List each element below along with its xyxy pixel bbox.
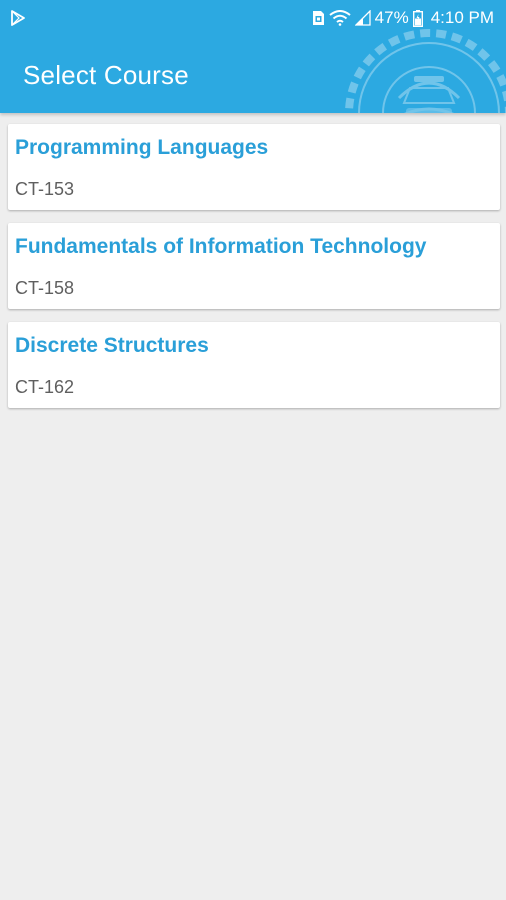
status-icons: 47% 4:10 PM bbox=[312, 8, 494, 28]
course-name: Programming Languages bbox=[15, 136, 269, 159]
course-name: Discrete Structures bbox=[15, 334, 209, 357]
course-name: Fundamentals of Information Technology bbox=[15, 235, 427, 258]
course-card-programming-languages[interactable]: Programming Languages CT-153 bbox=[8, 124, 500, 210]
app-bar: 47% 4:10 PM Select Course bbox=[0, 0, 506, 113]
wifi-icon bbox=[329, 10, 351, 26]
signal-icon bbox=[354, 10, 371, 26]
course-code: CT-162 bbox=[15, 377, 75, 397]
battery-icon bbox=[412, 9, 423, 27]
course-code: CT-153 bbox=[15, 179, 75, 199]
university-seal-logo bbox=[344, 28, 506, 113]
course-code: CT-158 bbox=[15, 278, 75, 298]
course-list: Programming Languages CT-153 Fundamental… bbox=[8, 124, 500, 421]
status-time: 4:10 PM bbox=[430, 8, 494, 27]
page-title: Select Course bbox=[23, 60, 189, 90]
battery-percentage: 47% bbox=[374, 8, 409, 27]
course-card-discrete-structures[interactable]: Discrete Structures CT-162 bbox=[8, 322, 500, 408]
play-store-notification-icon bbox=[10, 10, 26, 26]
course-card-fundamentals-of-it[interactable]: Fundamentals of Information Technology C… bbox=[8, 223, 500, 309]
sim-card-icon bbox=[312, 10, 325, 26]
